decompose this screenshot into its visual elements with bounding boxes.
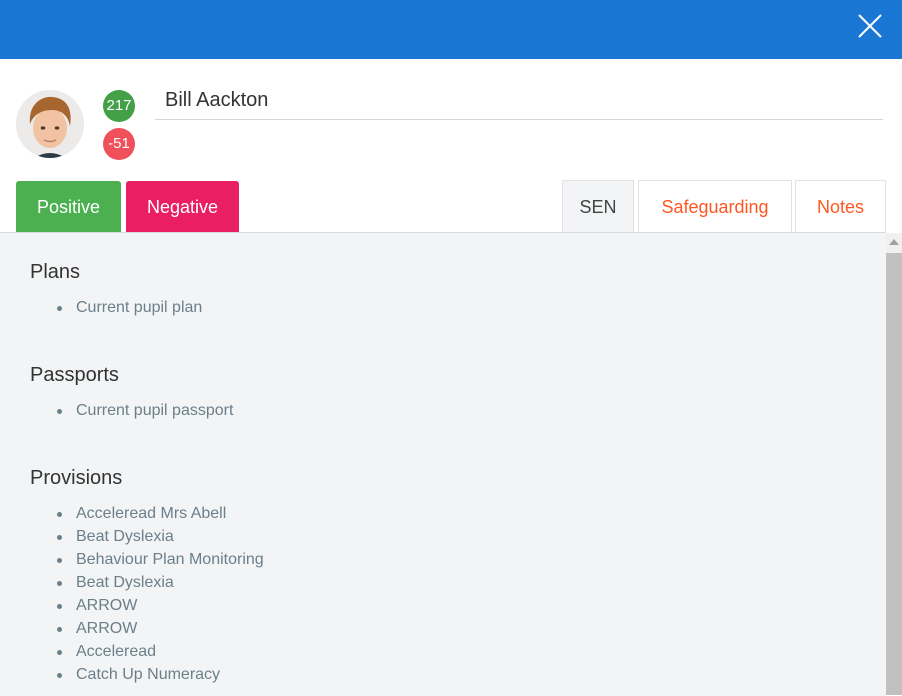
pupil-photo <box>16 90 84 158</box>
passports-list: Current pupil passport <box>56 399 233 422</box>
close-button[interactable] <box>856 12 884 40</box>
provisions-list: Acceleread Mrs Abell Beat Dyslexia Behav… <box>56 502 264 686</box>
plans-heading: Plans <box>30 261 81 283</box>
passports-heading: Passports <box>30 364 119 386</box>
pupil-header: 217 -51 Bill Aackton Positive Negative S… <box>0 59 902 233</box>
sen-content-panel: Plans Current pupil plan Passports Curre… <box>0 232 886 696</box>
scroll-up-arrow-icon[interactable] <box>889 239 899 245</box>
modal-header-bar <box>0 0 902 59</box>
list-item[interactable]: Acceleread <box>56 640 264 663</box>
list-item[interactable]: ARROW <box>56 617 264 640</box>
list-item[interactable]: Acceleread Mrs Abell <box>56 502 264 525</box>
list-item[interactable]: Beat Dyslexia <box>56 571 264 594</box>
provisions-heading: Provisions <box>30 467 123 489</box>
avatar <box>16 90 84 158</box>
plans-list: Current pupil plan <box>56 296 202 319</box>
close-icon <box>858 14 882 38</box>
negative-button[interactable]: Negative <box>126 181 239 233</box>
list-item[interactable]: Beat Dyslexia <box>56 525 264 548</box>
list-item[interactable]: Current pupil plan <box>56 296 202 319</box>
content-scrollbar[interactable] <box>886 233 902 695</box>
positive-button[interactable]: Positive <box>16 181 121 233</box>
tab-notes[interactable]: Notes <box>795 180 886 232</box>
negative-points-badge: -51 <box>103 128 135 160</box>
tab-safeguarding[interactable]: Safeguarding <box>638 180 792 232</box>
list-item[interactable]: Behaviour Plan Monitoring <box>56 548 264 571</box>
list-item[interactable]: Current pupil passport <box>56 399 233 422</box>
pupil-name: Bill Aackton <box>155 85 883 120</box>
tab-sen[interactable]: SEN <box>562 180 634 232</box>
positive-points-badge: 217 <box>103 90 135 122</box>
list-item[interactable]: Catch Up Numeracy <box>56 663 264 686</box>
scroll-thumb[interactable] <box>886 253 902 695</box>
list-item[interactable]: ARROW <box>56 594 264 617</box>
